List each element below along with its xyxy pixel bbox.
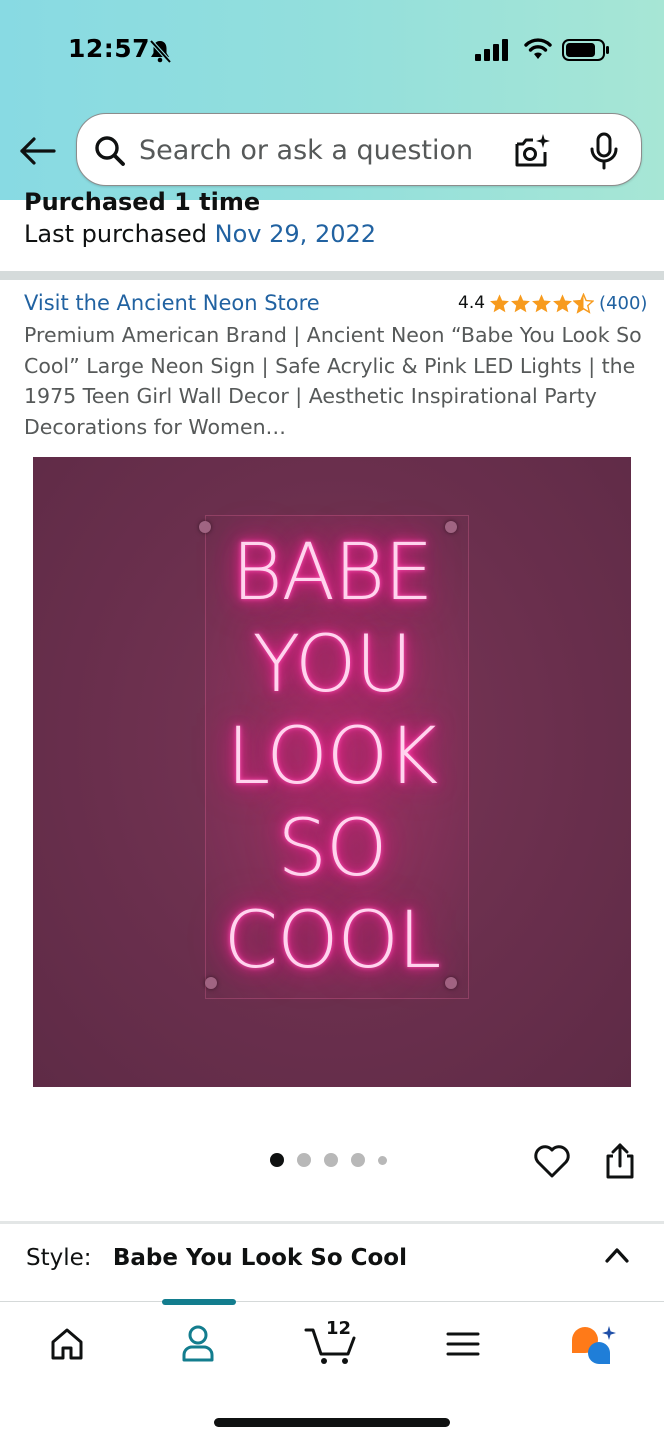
star-full-icon [553,293,572,312]
last-purchased-label: Last purchased [24,220,208,248]
product-image[interactable]: BABE YOU LOOK SO COOL [33,457,631,1087]
signal-icon [475,39,508,61]
style-value: Babe You Look So Cool [112,1245,407,1271]
search-input[interactable] [139,129,499,171]
cart-button[interactable]: 12 [304,1318,360,1366]
heart-icon[interactable] [533,1143,571,1179]
image-pagination[interactable] [270,1153,400,1167]
pagination-dot-active[interactable] [270,1153,284,1167]
nav-active-indicator [162,1299,236,1305]
pagination-dot[interactable] [297,1153,311,1167]
account-icon[interactable] [180,1324,216,1362]
neon-line: BABE [231,528,434,618]
style-selector[interactable]: Style: Babe You Look So Cool [26,1245,407,1271]
camera-icon[interactable] [513,132,551,170]
rating-count[interactable]: (400) [599,293,647,314]
star-rating [489,292,595,314]
last-purchased: Last purchased Nov 29, 2022 [24,220,376,248]
mic-icon[interactable] [589,132,619,170]
battery-icon [562,39,609,61]
star-full-icon [532,293,551,312]
neon-line: YOU [252,620,413,710]
purchased-times: Purchased 1 time [24,188,261,212]
style-label: Style: [26,1245,92,1271]
rufus-icon[interactable] [570,1324,618,1366]
wifi-icon [524,38,552,59]
search-bar[interactable] [76,113,642,186]
neon-line: LOOK [226,712,439,802]
bottom-nav: 12 [0,1299,664,1440]
header: 12:57 [0,0,664,200]
bell-slash-icon [149,39,172,64]
star-half-icon [573,292,595,314]
star-full-icon [511,293,530,312]
neon-line: COOL [223,896,442,986]
star-full-icon [490,293,509,312]
pagination-dot[interactable] [324,1153,338,1167]
home-indicator [214,1418,450,1427]
rating[interactable]: 4.4 (400) [458,291,647,315]
status-time: 12:57 [68,34,151,63]
rating-value: 4.4 [458,293,486,313]
cart-icon [304,1328,356,1364]
home-icon[interactable] [49,1326,85,1362]
pagination-dot[interactable] [378,1155,387,1165]
product-title: Premium American Brand | Ancient Neon “B… [24,323,642,439]
last-purchased-date[interactable]: Nov 29, 2022 [215,220,376,248]
chevron-up-icon[interactable] [603,1244,631,1266]
neon-sign-text: BABE YOU LOOK SO COOL [33,527,631,987]
section-divider [0,1221,664,1224]
store-link[interactable]: Visit the Ancient Neon Store [24,291,320,315]
section-divider [0,271,664,280]
share-icon[interactable] [604,1142,636,1180]
search-icon [95,136,125,166]
menu-icon[interactable] [446,1329,480,1359]
back-arrow-icon[interactable] [18,133,58,169]
pagination-dot[interactable] [351,1153,365,1167]
neon-line: SO [277,804,388,894]
